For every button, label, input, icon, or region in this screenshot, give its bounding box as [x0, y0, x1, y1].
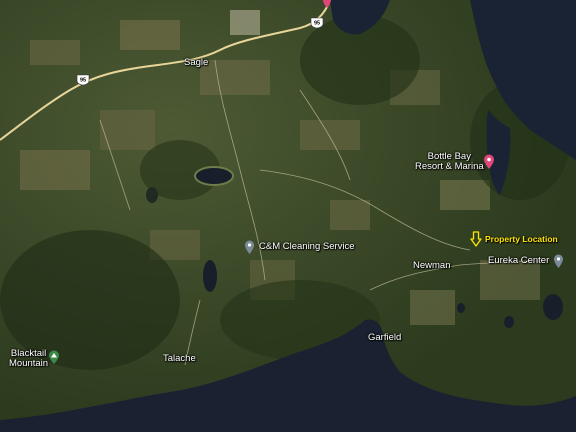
pink-pin-icon[interactable] [322, 0, 332, 8]
town-label-talache[interactable]: Talache [163, 353, 196, 364]
cm-cleaning-label: C&M Cleaning Service [259, 240, 355, 252]
place-label-bottle-bay[interactable]: Bottle Bay Resort & Marina [415, 151, 484, 173]
yellow-down-arrow-icon [470, 231, 482, 247]
town-label-sagle[interactable]: Sagle [184, 57, 208, 68]
poi-cm-cleaning[interactable]: C&M Cleaning Service [244, 240, 355, 254]
small-lake-1 [194, 166, 234, 186]
route-95-number: 95 [314, 21, 320, 27]
small-lake-6 [146, 187, 158, 203]
small-lake-5 [457, 303, 465, 313]
pink-pin-icon[interactable] [483, 154, 495, 169]
mountain-peak-icon[interactable] [48, 350, 60, 364]
small-lake-2 [203, 260, 217, 292]
property-location-marker[interactable]: Property Location [470, 231, 558, 247]
route-95-shield-east: 95 [310, 17, 324, 29]
route-95-shield-west: 95 [76, 74, 90, 86]
property-location-label: Property Location [485, 234, 558, 244]
peak-label-blacktail[interactable]: Blacktail Mountain [9, 348, 49, 370]
gray-pin-icon [554, 254, 564, 268]
town-label-newman[interactable]: Newman [413, 260, 451, 271]
poi-eureka-center[interactable]: Eureka Center [488, 254, 564, 268]
blacktail-label-line2: Mountain [9, 358, 49, 370]
small-lake-4 [504, 316, 514, 328]
bottle-bay-label-line2: Resort & Marina [415, 161, 484, 173]
gray-pin-icon [245, 240, 254, 254]
satellite-map[interactable]: 95 95 Sagle Newman Garfield Talache Bott… [0, 0, 576, 432]
eureka-center-label: Eureka Center [488, 254, 550, 266]
small-lake-3 [543, 294, 563, 320]
town-label-garfield[interactable]: Garfield [368, 332, 401, 343]
route-95-number: 95 [80, 78, 86, 84]
terrain-imagery [0, 0, 576, 432]
